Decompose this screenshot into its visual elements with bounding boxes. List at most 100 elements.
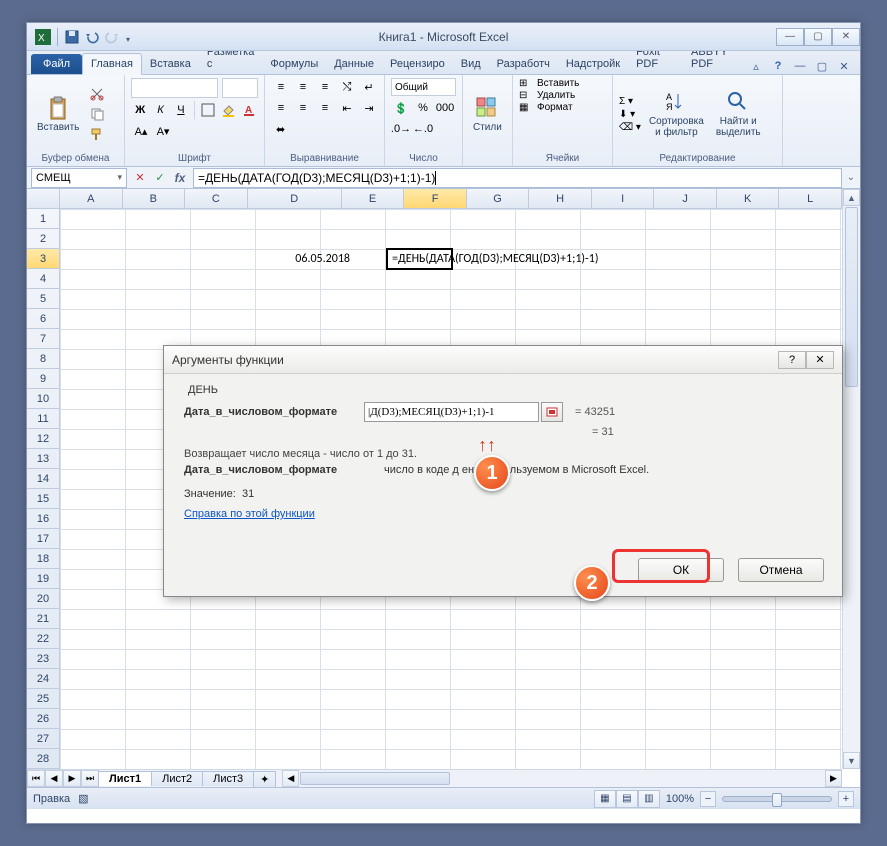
insert-cells-icon[interactable]: ⊞	[519, 78, 535, 89]
col-A[interactable]: A	[60, 189, 123, 209]
align-top-icon[interactable]: ≡	[271, 78, 291, 96]
redo-icon[interactable]	[104, 29, 120, 45]
font-size-combo[interactable]	[222, 78, 258, 98]
sheet-nav-last-icon[interactable]: ⏭	[81, 770, 99, 787]
number-format-combo[interactable]: Общий	[391, 78, 456, 96]
merge-center-icon[interactable]: ⬌	[271, 120, 290, 138]
styles-button[interactable]: Стили	[469, 94, 506, 135]
align-bottom-icon[interactable]: ≡	[315, 78, 335, 96]
help-icon[interactable]: ?	[770, 58, 786, 74]
autosum-icon[interactable]: Σ ▾	[619, 96, 633, 107]
row-23[interactable]: 23	[27, 649, 60, 669]
delete-cells-icon[interactable]: ⊟	[519, 90, 535, 101]
maximize-button[interactable]: ▢	[804, 28, 832, 46]
dialog-titlebar[interactable]: Аргументы функции ? ✕	[164, 346, 842, 374]
align-right-icon[interactable]: ≡	[315, 99, 335, 117]
col-L[interactable]: L	[779, 189, 842, 209]
row-15[interactable]: 15	[27, 489, 60, 509]
sheet-nav-prev-icon[interactable]: ◀	[45, 770, 63, 787]
tab-home[interactable]: Главная	[82, 53, 142, 75]
underline-button[interactable]: Ч	[172, 101, 190, 119]
col-D[interactable]: D	[248, 189, 342, 209]
sheet-tab-2[interactable]: Лист2	[151, 771, 203, 786]
row-6[interactable]: 6	[27, 309, 60, 329]
function-help-link[interactable]: Справка по этой функции	[184, 508, 315, 520]
expand-formula-bar-icon[interactable]: ⌄	[842, 169, 860, 187]
collapse-dialog-icon[interactable]	[541, 402, 563, 422]
insert-cells-label[interactable]: Вставить	[537, 78, 579, 89]
row-4[interactable]: 4	[27, 269, 60, 289]
zoom-out-icon[interactable]: −	[700, 791, 716, 807]
row-24[interactable]: 24	[27, 669, 60, 689]
sheet-nav-first-icon[interactable]: ⏮	[27, 770, 45, 787]
wrap-text-icon[interactable]: ↵	[359, 78, 379, 96]
row-18[interactable]: 18	[27, 549, 60, 569]
orientation-icon[interactable]: ⤭	[337, 78, 357, 96]
row-5[interactable]: 5	[27, 289, 60, 309]
row-11[interactable]: 11	[27, 409, 60, 429]
tab-view[interactable]: Вид	[453, 54, 489, 74]
horizontal-scrollbar[interactable]: ◀ ▶	[282, 770, 842, 787]
format-painter-icon[interactable]	[87, 125, 107, 143]
copy-icon[interactable]	[87, 105, 107, 123]
row-13[interactable]: 13	[27, 449, 60, 469]
row-7[interactable]: 7	[27, 329, 60, 349]
insert-function-icon[interactable]: fx	[171, 169, 189, 187]
row-21[interactable]: 21	[27, 609, 60, 629]
grow-font-icon[interactable]: A▴	[131, 122, 151, 140]
cancel-formula-icon[interactable]: ✕	[131, 169, 149, 187]
scroll-left-icon[interactable]: ◀	[282, 770, 299, 787]
file-tab[interactable]: Файл	[31, 54, 82, 74]
cancel-button[interactable]: Отмена	[738, 558, 824, 582]
view-normal-icon[interactable]: ▦	[594, 790, 616, 808]
cell-D3[interactable]: 06.05.2018	[255, 249, 353, 269]
col-F[interactable]: F	[404, 189, 467, 209]
increase-decimal-icon[interactable]: .0→	[391, 120, 411, 138]
row-3[interactable]: 3	[27, 249, 60, 269]
comma-icon[interactable]: 000	[435, 99, 455, 117]
view-pagebreak-icon[interactable]: ▥	[638, 790, 660, 808]
row-25[interactable]: 25	[27, 689, 60, 709]
new-sheet-icon[interactable]: ✦	[253, 771, 276, 787]
row-17[interactable]: 17	[27, 529, 60, 549]
qat-dropdown-icon[interactable]	[124, 29, 140, 45]
decrease-decimal-icon[interactable]: ←.0	[413, 120, 433, 138]
tab-insert[interactable]: Вставка	[142, 54, 199, 74]
row-28[interactable]: 28	[27, 749, 60, 769]
tab-developer[interactable]: Разработч	[489, 54, 558, 74]
paste-button[interactable]: Вставить	[33, 94, 83, 135]
row-1[interactable]: 1	[27, 209, 60, 229]
percent-icon[interactable]: %	[413, 99, 433, 117]
align-middle-icon[interactable]: ≡	[293, 78, 313, 96]
indent-decrease-icon[interactable]: ⇤	[337, 99, 357, 117]
tab-review[interactable]: Рецензиро	[382, 54, 453, 74]
zoom-knob[interactable]	[772, 793, 782, 807]
italic-button[interactable]: К	[151, 101, 169, 119]
ribbon-minimize-icon[interactable]: ▵	[748, 58, 764, 74]
fill-color-icon[interactable]	[219, 101, 237, 119]
align-left-icon[interactable]: ≡	[271, 99, 291, 117]
indent-increase-icon[interactable]: ⇥	[359, 99, 379, 117]
currency-icon[interactable]: 💲	[391, 99, 411, 117]
formula-bar[interactable]: =ДЕНЬ(ДАТА(ГОД(D3);МЕСЯЦ(D3)+1;1)-1)	[193, 168, 842, 188]
scroll-up-icon[interactable]: ▲	[843, 189, 860, 206]
font-name-combo[interactable]	[131, 78, 218, 98]
row-8[interactable]: 8	[27, 349, 60, 369]
ribbon-min-window-icon[interactable]: —	[792, 58, 808, 74]
sort-filter-button[interactable]: AЯ Сортировка и фильтр	[645, 88, 708, 140]
undo-icon[interactable]	[84, 29, 100, 45]
border-icon[interactable]	[199, 101, 217, 119]
tab-addins[interactable]: Надстройк	[558, 54, 628, 74]
scroll-right-icon[interactable]: ▶	[825, 770, 842, 787]
select-all-button[interactable]	[27, 189, 60, 209]
row-20[interactable]: 20	[27, 589, 60, 609]
h-scroll-thumb[interactable]	[300, 772, 450, 785]
tab-data[interactable]: Данные	[326, 54, 382, 74]
shrink-font-icon[interactable]: A▾	[153, 122, 173, 140]
ok-button[interactable]: ОК	[638, 558, 724, 582]
view-pagelayout-icon[interactable]: ▤	[616, 790, 638, 808]
arg-input[interactable]	[364, 402, 539, 422]
sheet-tab-1[interactable]: Лист1	[98, 771, 152, 786]
row-26[interactable]: 26	[27, 709, 60, 729]
ribbon-close-icon[interactable]: ✕	[836, 58, 852, 74]
